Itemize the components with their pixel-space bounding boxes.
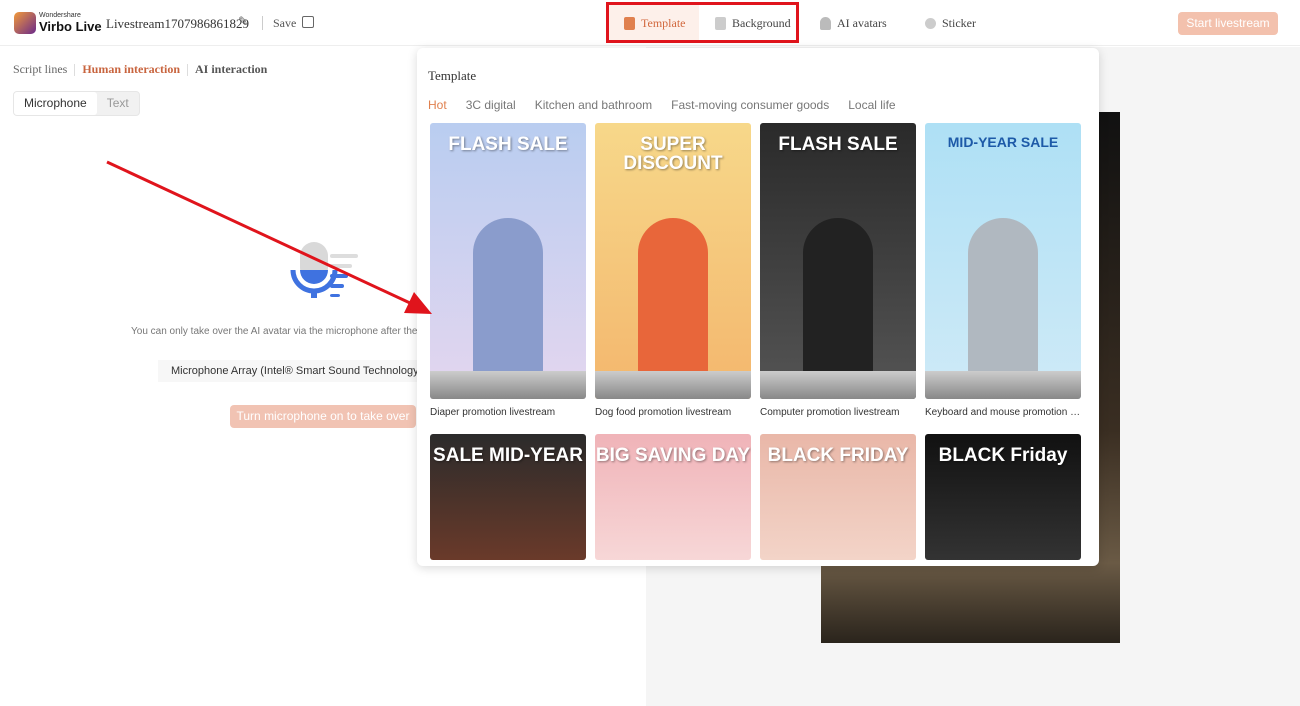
annotation-arrow [106, 160, 432, 314]
